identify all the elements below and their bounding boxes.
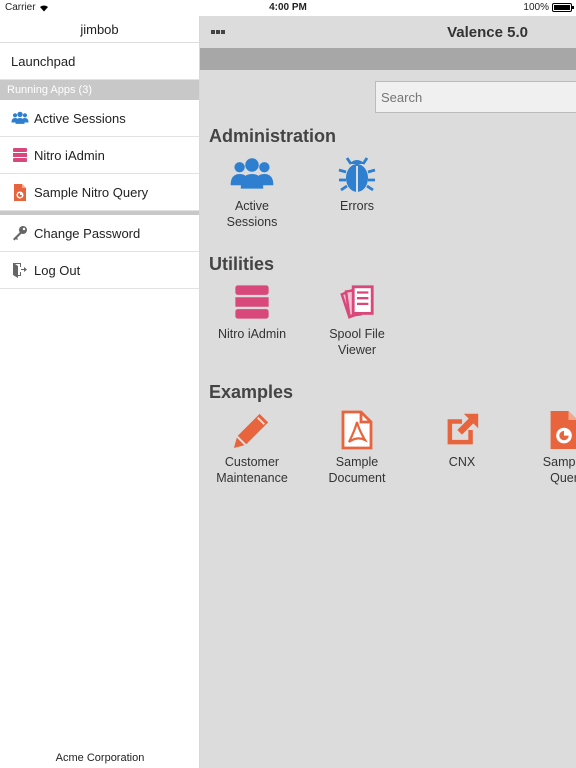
key-icon xyxy=(11,224,29,242)
battery: 100% xyxy=(523,2,574,13)
sidebar-item-label: Active Sessions xyxy=(34,110,126,126)
query-icon xyxy=(11,183,29,201)
battery-percent: 100% xyxy=(523,2,549,13)
top-bar: Valence 5.0 xyxy=(200,16,576,48)
tile-label: Sessions xyxy=(226,215,278,229)
tile-label: Quer xyxy=(550,471,576,485)
tile-label: Errors xyxy=(339,199,375,213)
search-area xyxy=(200,70,576,113)
query-icon xyxy=(514,410,576,450)
launchpad-link[interactable]: Launchpad xyxy=(0,43,199,80)
tile-nitro-iadmin[interactable]: Nitro iAdmin xyxy=(202,282,302,342)
tile-cnx[interactable]: CNX xyxy=(412,410,512,470)
page-title: Valence 5.0 xyxy=(447,24,528,41)
menu-icon[interactable] xyxy=(211,30,225,34)
tile-spool-file-viewer[interactable]: Spool File Viewer xyxy=(307,282,407,358)
external-link-icon xyxy=(412,410,512,450)
change-password-link[interactable]: Change Password xyxy=(0,215,199,252)
main-panel: Valence 5.0 Administration Active Sessio… xyxy=(200,16,576,768)
tile-label: Customer xyxy=(224,455,280,469)
toolbar-band xyxy=(200,48,576,70)
tile-errors[interactable]: Errors xyxy=(307,154,407,214)
tile-label: Sample xyxy=(335,455,379,469)
username: jimbob xyxy=(0,16,199,43)
server-icon xyxy=(202,282,302,322)
log-out-link[interactable]: Log Out xyxy=(0,252,199,289)
spool-icon xyxy=(307,282,407,322)
tile-label: Document xyxy=(328,471,386,485)
tile-label: Sample xyxy=(542,455,576,469)
tile-label: CNX xyxy=(448,455,476,469)
users-icon xyxy=(202,154,302,194)
tile-active-sessions[interactable]: Active Sessions xyxy=(202,154,302,230)
sidebar-item-label: Change Password xyxy=(34,225,141,241)
sidebar-item-label: Log Out xyxy=(34,262,81,278)
running-apps-header: Running Apps (3) xyxy=(0,80,199,100)
tile-customer-maintenance[interactable]: Customer Maintenance xyxy=(202,410,302,486)
users-icon xyxy=(11,109,29,127)
section-title-examples: Examples xyxy=(209,382,294,402)
tile-label: Spool File xyxy=(329,327,385,341)
sidebar-item-label: Nitro iAdmin xyxy=(34,147,105,163)
server-icon xyxy=(11,146,29,164)
tile-label: Viewer xyxy=(338,343,376,357)
running-app-nitro-iadmin[interactable]: Nitro iAdmin xyxy=(0,137,199,174)
section-title-administration: Administration xyxy=(209,126,337,146)
tile-label: Active xyxy=(234,199,270,213)
battery-icon xyxy=(552,3,574,12)
pencil-icon xyxy=(202,410,302,450)
pdf-document-icon xyxy=(307,410,407,450)
running-app-sample-nitro-query[interactable]: Sample Nitro Query xyxy=(0,174,199,211)
sidebar: jimbob Launchpad Running Apps (3) Active… xyxy=(0,16,200,768)
tile-label: Maintenance xyxy=(216,471,288,485)
status-bar: Carrier 4:00 PM 100% xyxy=(0,0,576,16)
tile-sample-query[interactable]: Sample Quer xyxy=(514,410,576,486)
section-title-utilities: Utilities xyxy=(209,254,275,274)
search-input[interactable] xyxy=(375,81,576,113)
tile-label: Nitro iAdmin xyxy=(217,327,287,341)
sidebar-item-label: Sample Nitro Query xyxy=(34,184,149,200)
tile-sample-document[interactable]: Sample Document xyxy=(307,410,407,486)
running-app-active-sessions[interactable]: Active Sessions xyxy=(0,100,199,137)
company-name: Acme Corporation xyxy=(55,752,145,764)
clock: 4:00 PM xyxy=(269,2,307,13)
bug-icon xyxy=(307,154,407,194)
launchpad-label: Launchpad xyxy=(11,53,76,69)
logout-icon xyxy=(11,261,29,279)
